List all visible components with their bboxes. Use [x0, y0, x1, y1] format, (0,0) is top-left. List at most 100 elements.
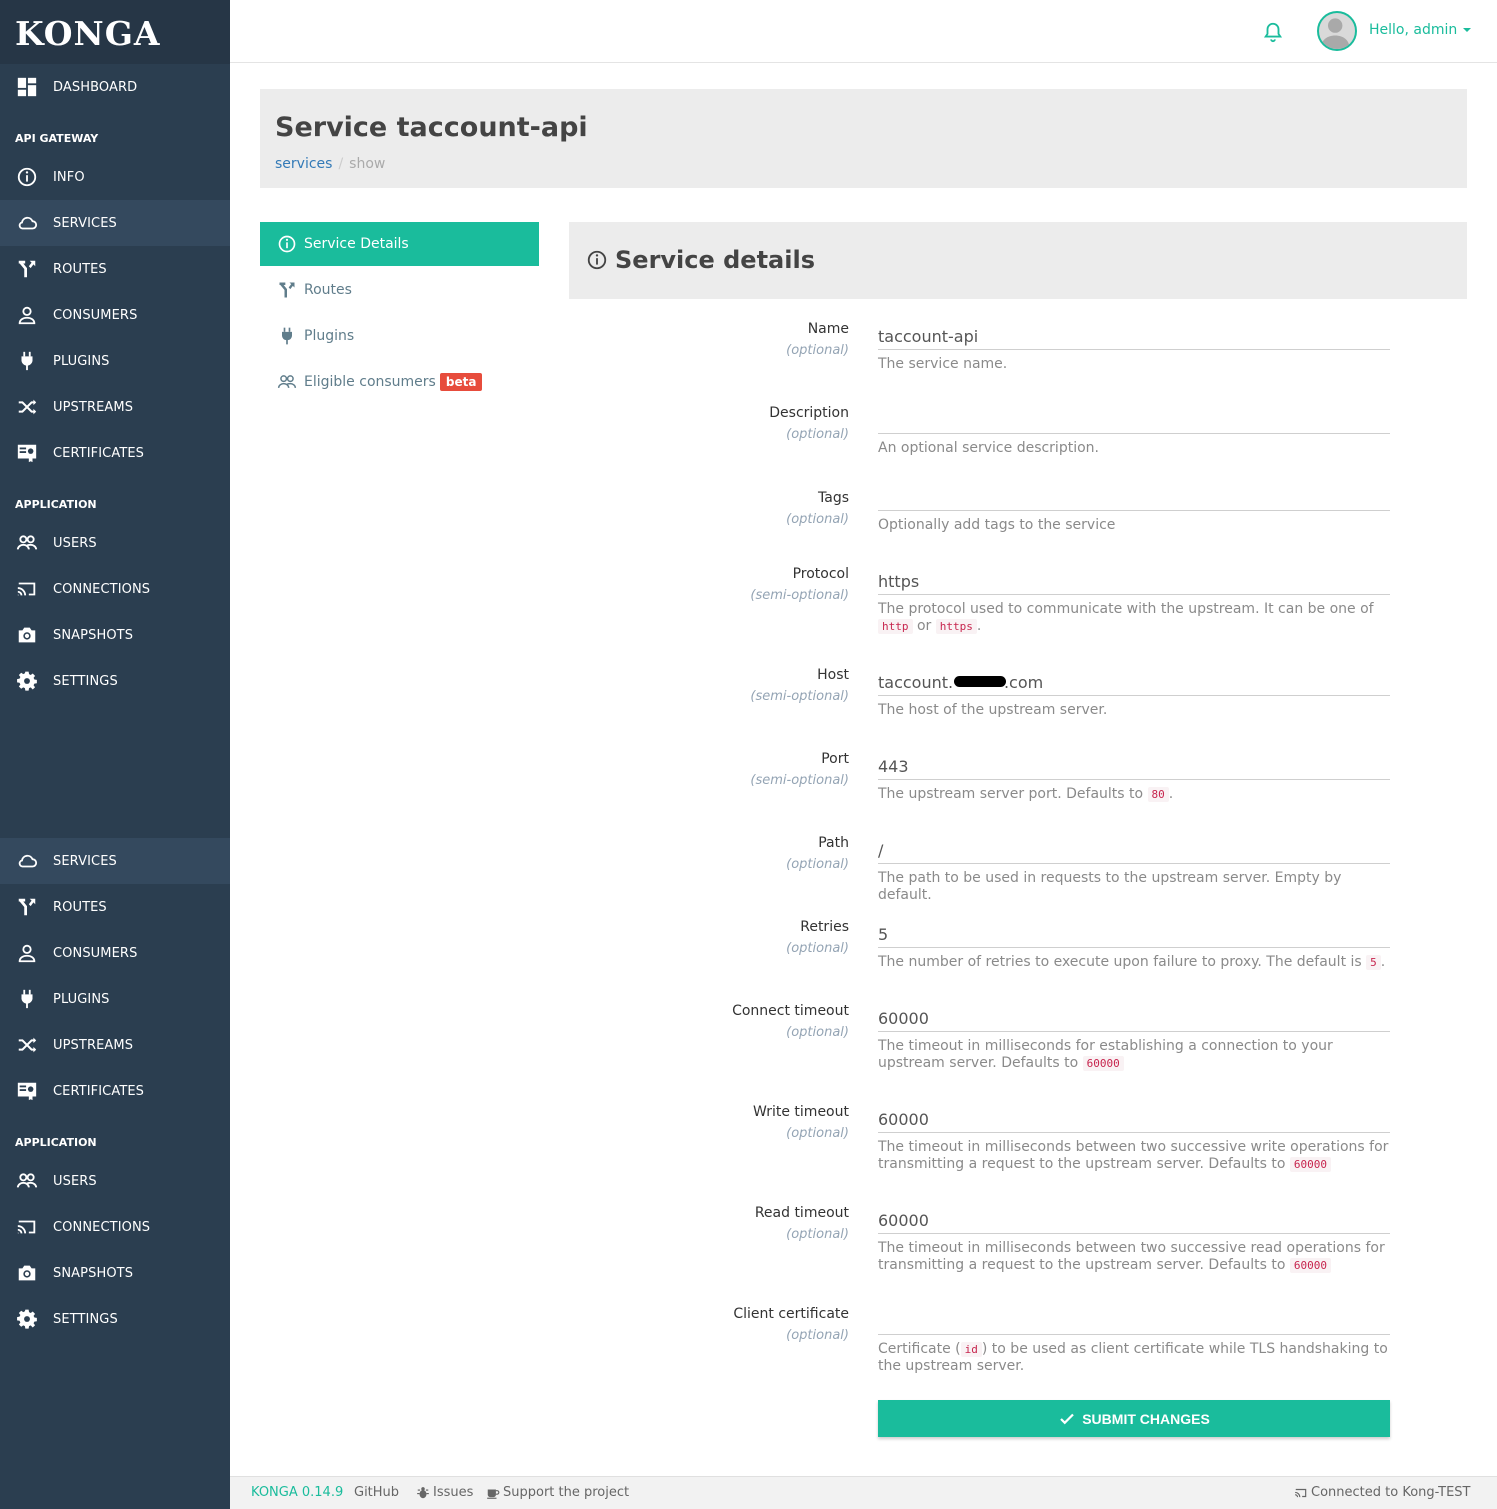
field-sub: (optional) [786, 1025, 849, 1040]
description-input[interactable] [878, 405, 1390, 434]
footer-connection-status[interactable]: Connected to Kong-TEST [1294, 1485, 1471, 1500]
sidebar-item-routes[interactable]: ROUTES [0, 246, 230, 292]
sidebar-item-users[interactable]: USERS [0, 520, 230, 566]
gear-icon [16, 1308, 38, 1330]
footer-connection-prefix: Connected to [1311, 1485, 1399, 1500]
sidebar-item-label: SETTINGS [53, 1311, 118, 1327]
tab-label: Plugins [304, 328, 355, 344]
routes-icon [276, 279, 298, 301]
sidebar-item-services[interactable]: SERVICES [0, 200, 230, 246]
sidebar-item-routes[interactable]: ROUTES [0, 884, 230, 930]
sidebar-item-label: DASHBOARD [53, 79, 138, 95]
field-label: Read timeout [754, 1205, 849, 1221]
sidebar-item-label: SERVICES [53, 853, 117, 869]
footer-support-label: Support the project [503, 1485, 630, 1500]
user-menu[interactable]: Hello, admin [1369, 22, 1472, 38]
sidebar-item-snapshots[interactable]: SNAPSHOTS [0, 612, 230, 658]
cloud-icon [16, 212, 38, 234]
field-label: Connect timeout [732, 1003, 849, 1019]
panel-title-wrap: Service details [586, 246, 815, 274]
sidebar-item-info[interactable]: INFO [0, 154, 230, 200]
tab-plugins[interactable]: Plugins [260, 314, 539, 358]
sidebar-item-label: CONNECTIONS [53, 581, 151, 597]
sidebar-item-upstreams[interactable]: UPSTREAMS [0, 384, 230, 430]
read-timeout-input[interactable] [878, 1205, 1390, 1234]
field-sub: (optional) [786, 427, 849, 442]
sidebar-item-label: SERVICES [53, 215, 117, 231]
footer: KONGA 0.14.9 GitHub Issues Support the p… [230, 1476, 1497, 1509]
tab-eligible-consumers[interactable]: Eligible consumers beta [260, 360, 539, 404]
field-label: Host [817, 667, 849, 683]
footer-version[interactable]: KONGA 0.14.9 [251, 1485, 343, 1500]
submit-changes-button[interactable]: SUBMIT CHANGES [878, 1400, 1390, 1437]
sidebar-item-upstreams[interactable]: UPSTREAMS [0, 1022, 230, 1068]
help-text: or [916, 618, 932, 634]
konga-logo[interactable]: KONGA [0, 0, 230, 64]
field-help: The path to be used in requests to the u… [878, 870, 1342, 903]
user-icon [16, 304, 38, 326]
field-sub: (semi-optional) [750, 773, 849, 788]
sidebar-item-plugins[interactable]: PLUGINS [0, 976, 230, 1022]
gear-icon [16, 670, 38, 692]
sidebar-item-settings[interactable]: SETTINGS [0, 658, 230, 704]
sidebar-item-label: CONNECTIONS [53, 1219, 151, 1235]
retries-input[interactable] [878, 919, 1390, 948]
users-icon [16, 1170, 38, 1192]
field-sub: (optional) [786, 1126, 849, 1141]
field-label: Port [821, 751, 849, 767]
code-default-timeout: 60000 [1289, 1157, 1331, 1172]
sidebar-item-label: ROUTES [53, 899, 107, 915]
name-input[interactable] [878, 321, 1390, 350]
path-input[interactable] [878, 835, 1390, 864]
sidebar-item-label: USERS [53, 1173, 97, 1189]
sidebar-item-dashboard[interactable]: DASHBOARD [0, 64, 230, 110]
avatar[interactable] [1317, 11, 1357, 51]
sidebar-item-settings[interactable]: SETTINGS [0, 1296, 230, 1342]
field-help: The timeout in milliseconds between two … [878, 1139, 1390, 1173]
tags-input[interactable] [878, 482, 1390, 511]
camera-icon [16, 624, 38, 646]
sidebar-item-consumers[interactable]: CONSUMERS [0, 292, 230, 338]
connect-timeout-input[interactable] [878, 1003, 1390, 1032]
sidebar-item-connections[interactable]: CONNECTIONS [0, 1204, 230, 1250]
sidebar-item-users[interactable]: USERS [0, 1158, 230, 1204]
footer-github-link[interactable]: GitHub [354, 1485, 399, 1500]
field-help: Optionally add tags to the service [878, 517, 1116, 533]
plug-icon [16, 350, 38, 372]
code-default-port: 80 [1147, 787, 1169, 802]
cast-icon [16, 1216, 38, 1238]
breadcrumb-separator: / [338, 156, 344, 172]
shuffle-icon [16, 1034, 38, 1056]
write-timeout-input[interactable] [878, 1104, 1390, 1133]
footer-issues-link[interactable]: Issues [416, 1485, 473, 1500]
footer-issues-label: Issues [433, 1485, 474, 1500]
sidebar-item-certificates[interactable]: CERTIFICATES [0, 1068, 230, 1114]
help-text: . [1168, 786, 1174, 802]
user-greeting: Hello, admin [1369, 22, 1458, 38]
field-label: Retries [800, 919, 849, 935]
sidebar-item-certificates[interactable]: CERTIFICATES [0, 430, 230, 476]
sidebar-item-consumers[interactable]: CONSUMERS [0, 930, 230, 976]
breadcrumb-services-link[interactable]: services [275, 156, 332, 172]
nav-section-application: APPLICATION [15, 498, 97, 511]
cast-icon [1295, 1488, 1307, 1497]
field-sub: (optional) [786, 941, 849, 956]
bell-icon[interactable] [1262, 20, 1284, 44]
top-bar: Hello, admin [230, 0, 1497, 63]
routes-icon [16, 258, 38, 280]
tab-service-details[interactable]: Service Details [260, 222, 539, 266]
port-input[interactable] [878, 751, 1390, 780]
info-icon [16, 166, 38, 188]
sidebar-item-plugins[interactable]: PLUGINS [0, 338, 230, 384]
client-certificate-input[interactable] [878, 1306, 1390, 1335]
page-header: Service taccount-api services / show [260, 89, 1467, 188]
sidebar-item-connections[interactable]: CONNECTIONS [0, 566, 230, 612]
tab-routes[interactable]: Routes [260, 268, 539, 312]
users-icon [16, 532, 38, 554]
footer-support-link[interactable]: Support the project [486, 1485, 629, 1500]
sidebar-item-snapshots[interactable]: SNAPSHOTS [0, 1250, 230, 1296]
field-help: An optional service description. [878, 440, 1099, 456]
sidebar-item-services[interactable]: SERVICES [0, 838, 230, 884]
sidebar-item-label: INFO [53, 169, 85, 185]
protocol-input[interactable] [878, 566, 1390, 595]
